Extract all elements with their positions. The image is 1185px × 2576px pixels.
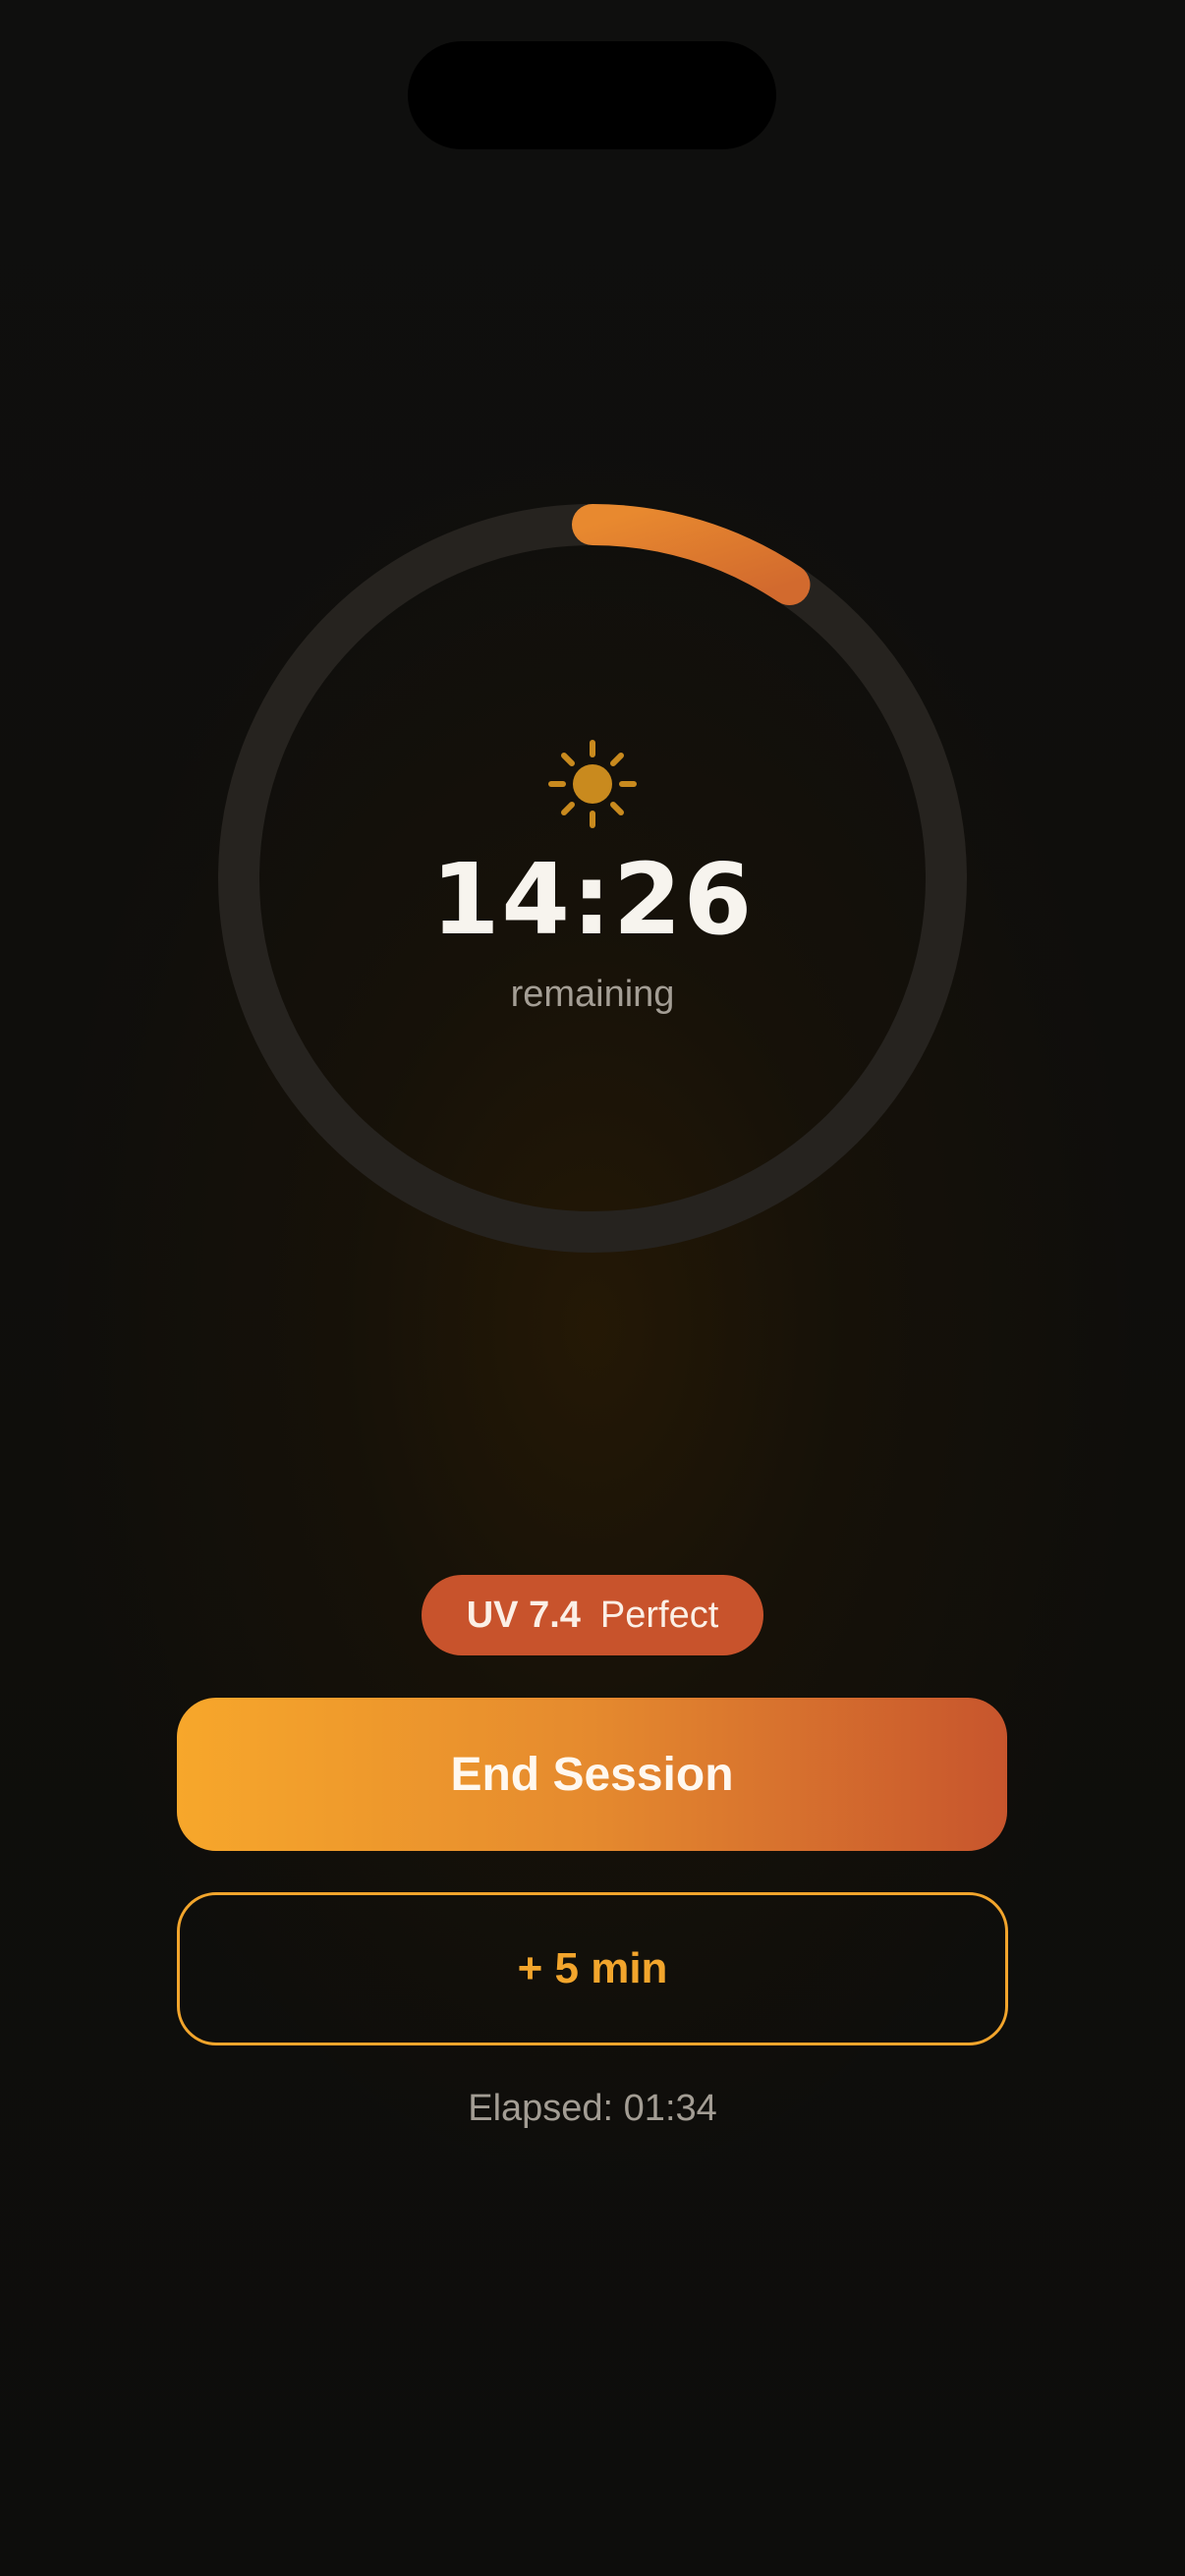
- progress-ring-arc: [572, 504, 811, 605]
- progress-ring: [218, 504, 967, 1253]
- time-remaining: 14:26: [430, 842, 755, 957]
- end-session-button[interactable]: End Session: [177, 1698, 1007, 1851]
- elapsed-time: Elapsed: 01:34: [468, 2088, 717, 2129]
- uv-value: UV 7.4: [466, 1594, 581, 1636]
- sun-icon: [548, 740, 637, 828]
- uv-badge: UV 7.4 Perfect: [422, 1575, 763, 1655]
- timer-screen: 14:26 remaining UV 7.4 Perfect End Sessi…: [0, 0, 1185, 2576]
- uv-rating: Perfect: [599, 1594, 719, 1636]
- remaining-label: remaining: [510, 974, 675, 1015]
- add-five-minutes-button[interactable]: + 5 min: [177, 1892, 1008, 2045]
